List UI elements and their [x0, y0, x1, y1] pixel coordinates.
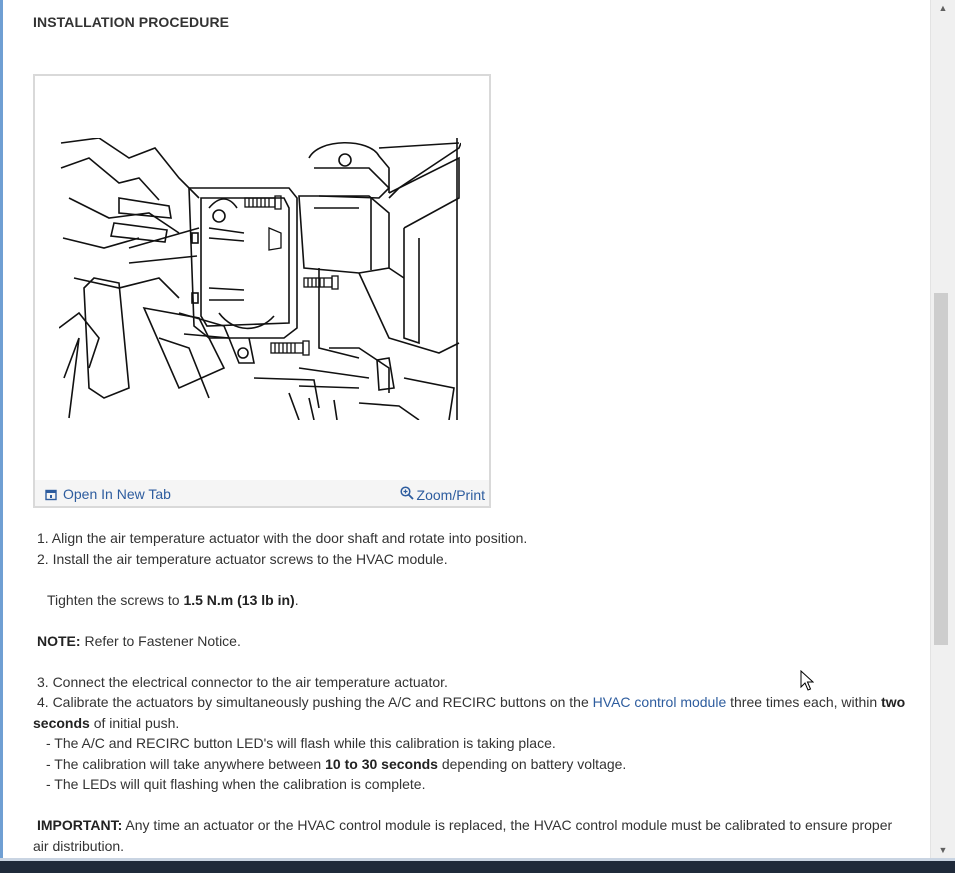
tighten-instruction: Tighten the screws to 1.5 N.m (13 lb in)… — [33, 590, 918, 611]
procedure-text: 1. Align the air temperature actuator wi… — [33, 528, 918, 856]
page-heading: INSTALLATION PROCEDURE — [33, 14, 230, 30]
vertical-scrollbar[interactable]: ▲ ▼ — [930, 0, 955, 858]
document-content: INSTALLATION PROCEDURE Open In New Tab Z… — [0, 0, 930, 858]
important-note: IMPORTANT: Any time an actuator or the H… — [33, 815, 918, 836]
figure-action-bar: Open In New Tab Zoom/Print — [35, 480, 489, 506]
open-in-new-tab-label: Open In New Tab — [63, 486, 171, 502]
tighten-period: . — [294, 591, 299, 608]
step-4-bold-seconds: seconds — [33, 714, 90, 731]
figure-container: Open In New Tab Zoom/Print — [33, 74, 491, 508]
important-label: IMPORTANT: — [37, 817, 123, 833]
torque-value: 1.5 N.m (13 lb in) — [183, 591, 295, 608]
bullet-2: - The calibration will take anywhere bet… — [33, 754, 918, 775]
step-4-mid: three times each, within — [726, 694, 882, 710]
important-text: Any time an actuator or the HVAC control… — [122, 817, 893, 833]
bullet-3: - The LEDs will quit flashing when the c… — [46, 776, 426, 792]
mouse-cursor-icon — [800, 670, 814, 691]
open-in-new-tab-link[interactable]: Open In New Tab — [45, 486, 171, 502]
actuator-illustration — [59, 138, 461, 420]
bullet-2-text: - The calibration will take anywhere bet… — [46, 755, 326, 772]
note-label: NOTE: — [37, 632, 81, 649]
taskbar-top-edge — [0, 858, 955, 861]
step-1: 1. Align the air temperature actuator wi… — [37, 530, 528, 546]
step-4: 4. Calibrate the actuators by simultaneo… — [33, 692, 918, 713]
tighten-text: Tighten the screws to — [47, 591, 184, 608]
bullet-2-duration: 10 to 30 seconds — [325, 755, 438, 772]
note: NOTE: Refer to Fastener Notice. — [33, 631, 918, 652]
step-4-text: 4. Calibrate the actuators by simultaneo… — [37, 694, 593, 710]
zoom-print-label: Zoom/Print — [416, 487, 485, 503]
scrollbar-thumb[interactable] — [934, 293, 948, 645]
step-4-continued: seconds of initial push. — [33, 713, 918, 734]
step-2: 2. Install the air temperature actuator … — [37, 550, 448, 567]
bullet-1: - The A/C and RECIRC button LED's will f… — [46, 735, 556, 751]
note-text: Refer to Fastener Notice. — [80, 632, 241, 649]
important-note-continued: air distribution. — [33, 837, 125, 854]
hvac-control-module-link[interactable]: HVAC control module — [593, 694, 727, 710]
open-new-tab-icon — [45, 489, 57, 501]
step-4-bold-two: two — [881, 694, 906, 710]
scroll-down-arrow-icon[interactable]: ▼ — [931, 842, 955, 858]
zoom-magnifier-icon — [399, 486, 414, 500]
zoom-print-link[interactable]: Zoom/Print — [399, 486, 485, 503]
step-3: 3. Connect the electrical connector to t… — [37, 673, 448, 690]
taskbar — [0, 858, 955, 873]
step-4-end: of initial push. — [89, 714, 180, 731]
scroll-up-arrow-icon[interactable]: ▲ — [931, 0, 955, 16]
bullet-2-end: depending on battery voltage. — [437, 755, 627, 772]
